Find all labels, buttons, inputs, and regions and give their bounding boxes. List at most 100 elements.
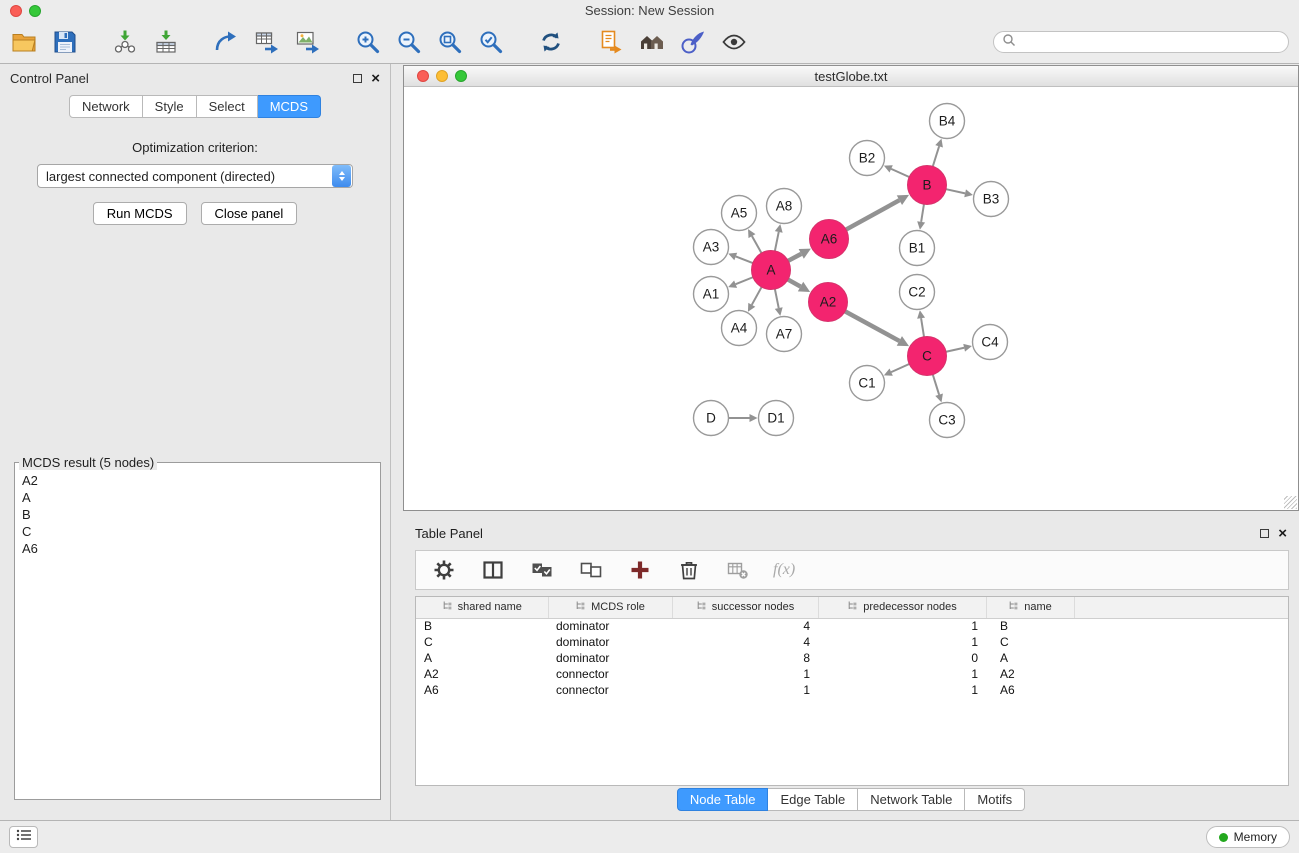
column-header-successor-nodes[interactable]: successor nodes	[672, 597, 818, 618]
table-cell[interactable]: dominator	[548, 650, 672, 666]
zoom-out-icon[interactable]	[395, 28, 423, 56]
edge-B-B4[interactable]	[933, 146, 939, 166]
table-cell[interactable]: 1	[818, 618, 986, 634]
edge-A-A2[interactable]	[788, 280, 801, 287]
table-row[interactable]: Adominator80A	[416, 650, 1288, 666]
tab-node-table[interactable]: Node Table	[677, 788, 769, 811]
edge-C-C1[interactable]	[891, 364, 909, 372]
network-graph[interactable]: B4B2BB3A5A8A6B1A3AC2A1A2A4A7C4CC1C3DD1	[404, 87, 1298, 510]
tab-style[interactable]: Style	[143, 95, 197, 118]
result-item[interactable]: A2	[15, 472, 380, 489]
table-cell[interactable]: A2	[416, 666, 548, 682]
export-image-icon[interactable]	[294, 28, 322, 56]
run-mcds-button[interactable]: Run MCDS	[93, 202, 187, 225]
table-cell[interactable]: connector	[548, 666, 672, 682]
zoom-window-icon[interactable]	[29, 5, 41, 17]
apply-layout-icon[interactable]	[537, 28, 565, 56]
column-header-predecessor-nodes[interactable]: predecessor nodes	[818, 597, 986, 618]
result-item[interactable]: C	[15, 523, 380, 540]
table-cell[interactable]: A	[416, 650, 548, 666]
network-minimize-icon[interactable]	[436, 70, 448, 82]
edge-C-C3[interactable]	[933, 375, 939, 395]
table-row[interactable]: A2connector11A2	[416, 666, 1288, 682]
table-cell[interactable]: 1	[818, 634, 986, 650]
tab-select[interactable]: Select	[197, 95, 258, 118]
table-row[interactable]: Cdominator41C	[416, 634, 1288, 650]
table-cell[interactable]: A6	[986, 682, 1074, 698]
network-zoom-icon[interactable]	[455, 70, 467, 82]
zoom-fit-icon[interactable]	[436, 28, 464, 56]
table-cell[interactable]: 8	[672, 650, 818, 666]
delete-table-icon[interactable]	[724, 556, 752, 584]
show-hide-icon[interactable]	[720, 28, 748, 56]
export-network-icon[interactable]	[212, 28, 240, 56]
tab-edge-table[interactable]: Edge Table	[768, 788, 858, 811]
tab-motifs[interactable]: Motifs	[965, 788, 1025, 811]
edge-A-A1[interactable]	[736, 277, 753, 284]
select-all-icon[interactable]	[528, 556, 556, 584]
table-cell[interactable]: 0	[818, 650, 986, 666]
tab-network-table[interactable]: Network Table	[858, 788, 965, 811]
resize-grip[interactable]	[1284, 496, 1297, 509]
edge-A2-C[interactable]	[845, 311, 899, 341]
float-panel-icon[interactable]	[353, 74, 362, 83]
table-cell[interactable]: 4	[672, 634, 818, 650]
edge-A-A6[interactable]	[788, 254, 801, 261]
network-window-titlebar[interactable]: testGlobe.txt	[404, 66, 1298, 87]
edge-A-A8[interactable]	[775, 232, 779, 251]
edge-B-B1[interactable]	[921, 204, 924, 222]
table-cell[interactable]: dominator	[548, 618, 672, 634]
style-brush-icon[interactable]	[679, 28, 707, 56]
result-item[interactable]: A6	[15, 540, 380, 557]
edge-C-C4[interactable]	[946, 348, 964, 352]
edge-B-B3[interactable]	[946, 189, 965, 193]
import-network-icon[interactable]	[111, 28, 139, 56]
edge-A-A5[interactable]	[752, 236, 761, 253]
add-column-icon[interactable]	[626, 556, 654, 584]
optimization-dropdown[interactable]: largest connected component (directed)	[37, 164, 353, 188]
column-header-name[interactable]: name	[986, 597, 1074, 618]
memory-button[interactable]: Memory	[1206, 826, 1290, 848]
table-row[interactable]: Bdominator41B	[416, 618, 1288, 634]
table-cell[interactable]: C	[416, 634, 548, 650]
tab-mcds[interactable]: MCDS	[258, 95, 321, 118]
float-table-panel-icon[interactable]	[1260, 529, 1269, 538]
close-panel-icon[interactable]: ×	[371, 71, 380, 86]
show-panels-button[interactable]	[9, 826, 38, 848]
search-field[interactable]	[993, 31, 1289, 53]
edge-C-C2[interactable]	[921, 318, 924, 337]
edge-A-A7[interactable]	[775, 289, 779, 308]
save-session-icon[interactable]	[51, 28, 79, 56]
table-cell[interactable]: C	[986, 634, 1074, 650]
delete-columns-icon[interactable]	[675, 556, 703, 584]
zoom-selected-icon[interactable]	[477, 28, 505, 56]
table-cell[interactable]: B	[986, 618, 1074, 634]
table-cell[interactable]: B	[416, 618, 548, 634]
table-settings-gear-icon[interactable]	[430, 556, 458, 584]
table-row[interactable]: A6connector11A6	[416, 682, 1288, 698]
browser-home-icon[interactable]	[638, 28, 666, 56]
columns-visibility-icon[interactable]	[479, 556, 507, 584]
table-cell[interactable]: connector	[548, 682, 672, 698]
dropdown-stepper-icon[interactable]	[332, 165, 351, 187]
edge-A-A3[interactable]	[736, 256, 753, 263]
result-item[interactable]: A	[15, 489, 380, 506]
table-cell[interactable]: 1	[818, 666, 986, 682]
table-cell[interactable]: 4	[672, 618, 818, 634]
edge-B-B2[interactable]	[891, 169, 909, 177]
network-close-icon[interactable]	[417, 70, 429, 82]
table-cell[interactable]: 1	[672, 682, 818, 698]
table-cell[interactable]: A	[986, 650, 1074, 666]
zoom-in-icon[interactable]	[354, 28, 382, 56]
table-cell[interactable]: dominator	[548, 634, 672, 650]
export-table-icon[interactable]	[253, 28, 281, 56]
tab-network[interactable]: Network	[69, 95, 143, 118]
table-cell[interactable]: A2	[986, 666, 1074, 682]
table-cell[interactable]: A6	[416, 682, 548, 698]
close-table-panel-icon[interactable]: ×	[1278, 526, 1287, 541]
edge-A6-B[interactable]	[846, 200, 899, 229]
open-session-icon[interactable]	[10, 28, 38, 56]
edge-A-A4[interactable]	[752, 287, 762, 305]
function-builder-fx-icon[interactable]: f(x)	[773, 561, 795, 579]
search-input[interactable]	[1021, 35, 1280, 49]
